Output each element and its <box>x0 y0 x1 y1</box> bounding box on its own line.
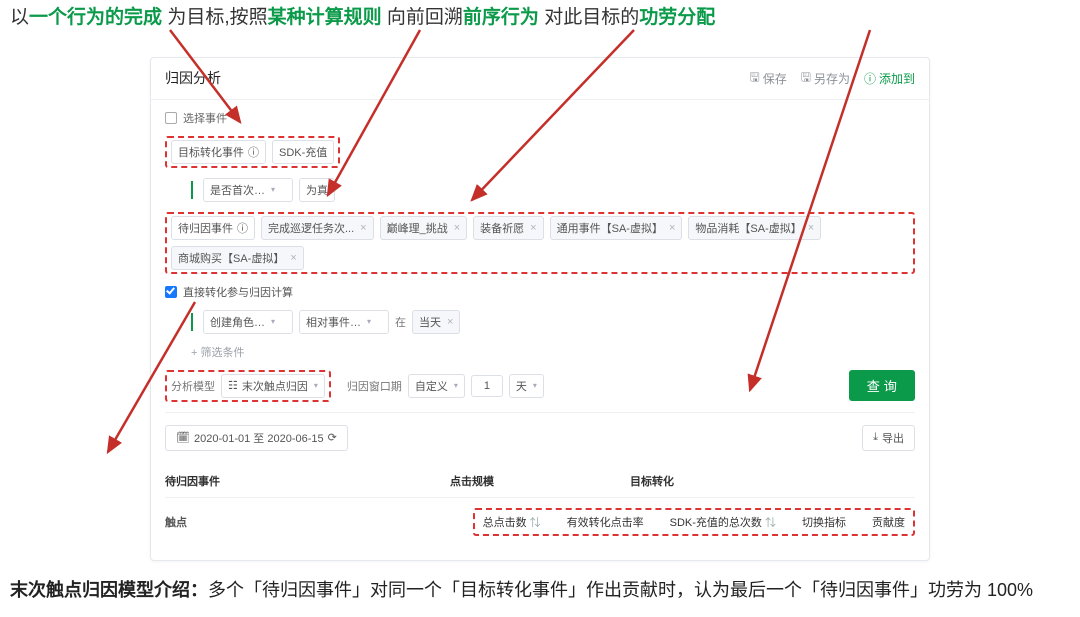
attribution-events-group: 待归因事件ⓘ 完成巡逻任务次...×巅峰理_挑战×装备祈愿× 通用事件【SA-虚拟… <box>165 212 915 274</box>
top-annotation: 以一个行为的完成 为目标,按照某种计算规则 向前回溯前序行为 对此目标的功劳分配 <box>0 0 1080 39</box>
add-to-button[interactable]: ⓘ添加到 <box>864 70 915 87</box>
chevron-down-icon: ▾ <box>271 185 275 194</box>
col-target-conv: 目标转化 <box>630 463 915 497</box>
row-label: 触点 <box>165 514 187 530</box>
close-icon[interactable]: × <box>447 316 453 328</box>
col-click-scale: 点击规模 <box>450 463 630 497</box>
attrib-tag[interactable]: 物品消耗【SA-虚拟】× <box>688 216 821 240</box>
close-icon[interactable]: × <box>669 222 675 234</box>
info-icon: ⓘ <box>248 144 259 160</box>
window-mode-select[interactable]: 自定义▾ <box>408 374 465 398</box>
condition-truth-select[interactable]: 为真 <box>299 178 335 202</box>
direct-conversion-checkbox[interactable]: 直接转化参与归因计算 <box>165 284 293 300</box>
panel-title: 归因分析 <box>165 68 735 88</box>
close-icon[interactable]: × <box>360 222 366 234</box>
accent-bar <box>191 313 193 331</box>
chevron-down-icon: ▾ <box>454 381 458 390</box>
refresh-icon: ⟳ <box>328 431 337 444</box>
save-as-button[interactable]: 🖫另存为 <box>801 68 850 89</box>
switch-metric-link[interactable]: 切换指标 <box>802 514 846 530</box>
query-button[interactable]: 查 询 <box>849 370 915 401</box>
model-group: 分析模型 ☷末次触点归因▾ <box>165 370 331 402</box>
attrib-tag[interactable]: 装备祈愿× <box>473 216 543 240</box>
chevron-down-icon: ▾ <box>533 381 537 390</box>
window-number-input[interactable]: 1 <box>471 375 503 397</box>
chevron-down-icon: ▾ <box>314 381 318 390</box>
close-icon[interactable]: × <box>530 222 536 234</box>
target-event-group: 目标转化事件ⓘ SDK-充值 <box>165 136 340 168</box>
close-icon[interactable]: × <box>290 252 296 264</box>
attrib-tag[interactable]: 巅峰理_挑战× <box>380 216 468 240</box>
model-label: 分析模型 <box>171 378 215 394</box>
calendar-icon: 🗓 <box>176 431 190 444</box>
chevron-down-icon: ▾ <box>271 317 275 326</box>
sort-icon[interactable]: ⇅ <box>765 517 776 529</box>
select-event-row: 选择事件 <box>165 110 915 126</box>
model-select[interactable]: ☷末次触点归因▾ <box>221 374 325 398</box>
attrib-tag[interactable]: 商城购买【SA-虚拟】× <box>171 246 304 270</box>
select-event-checkbox[interactable]: 选择事件 <box>165 110 227 126</box>
info-icon: ⓘ <box>237 220 248 236</box>
metrics-group: 总点击数 ⇅ 有效转化点击率 SDK-充值的总次数 ⇅ 切换指标 贡献度 <box>473 508 915 536</box>
plus-icon: + <box>191 347 197 359</box>
accent-bar <box>191 181 193 199</box>
add-condition-button[interactable]: + 筛选条件 <box>191 344 245 360</box>
day-chip[interactable]: 当天× <box>412 310 460 334</box>
save-button[interactable]: 🖫保存 <box>749 68 786 89</box>
export-button[interactable]: ⤓导出 <box>862 425 915 451</box>
bottom-annotation: 末次触点归因模型介绍：多个「待归因事件」对同一个「目标转化事件」作出贡献时，认为… <box>0 561 1080 617</box>
chevron-down-icon: ▾ <box>367 317 371 326</box>
analysis-panel: 归因分析 🖫保存 🖫另存为 ⓘ添加到 选择事件 目标转化事件ⓘ SDK-充值 是… <box>150 57 930 561</box>
attrib-tag[interactable]: 通用事件【SA-虚拟】× <box>550 216 683 240</box>
close-icon[interactable]: × <box>454 222 460 234</box>
date-range-picker[interactable]: 🗓 2020-01-01 至 2020-06-15 ⟳ <box>165 425 348 451</box>
relative-event-select[interactable]: 相对事件…▾ <box>299 310 389 334</box>
export-icon: ⤓ <box>873 431 878 444</box>
info-icon: ⓘ <box>864 70 876 87</box>
target-event-value-select[interactable]: SDK-充值 <box>272 140 334 164</box>
sort-icon[interactable]: ⇅ <box>530 517 541 529</box>
result-table: 待归因事件 点击规模 目标转化 触点 总点击数 ⇅ 有效转化点击率 SDK-充值… <box>165 463 915 546</box>
window-label: 归因窗口期 <box>347 378 402 394</box>
role-select[interactable]: 创建角色…▾ <box>203 310 293 334</box>
close-icon[interactable]: × <box>808 222 814 234</box>
save-icon: 🖫 <box>749 68 759 89</box>
attrib-tag[interactable]: 完成巡逻任务次...× <box>261 216 374 240</box>
condition-field-select[interactable]: 是否首次… ▾ <box>203 178 293 202</box>
target-event-label-select[interactable]: 目标转化事件ⓘ <box>171 140 266 164</box>
col-attrib-event: 待归因事件 <box>165 463 450 497</box>
save-icon: 🖫 <box>801 68 811 89</box>
bars-icon: ☷ <box>228 379 238 392</box>
window-unit-select[interactable]: 天▾ <box>509 374 544 398</box>
attrib-label-select[interactable]: 待归因事件ⓘ <box>171 216 255 240</box>
panel-header: 归因分析 🖫保存 🖫另存为 ⓘ添加到 <box>151 58 929 100</box>
static-text: 在 <box>395 314 406 330</box>
